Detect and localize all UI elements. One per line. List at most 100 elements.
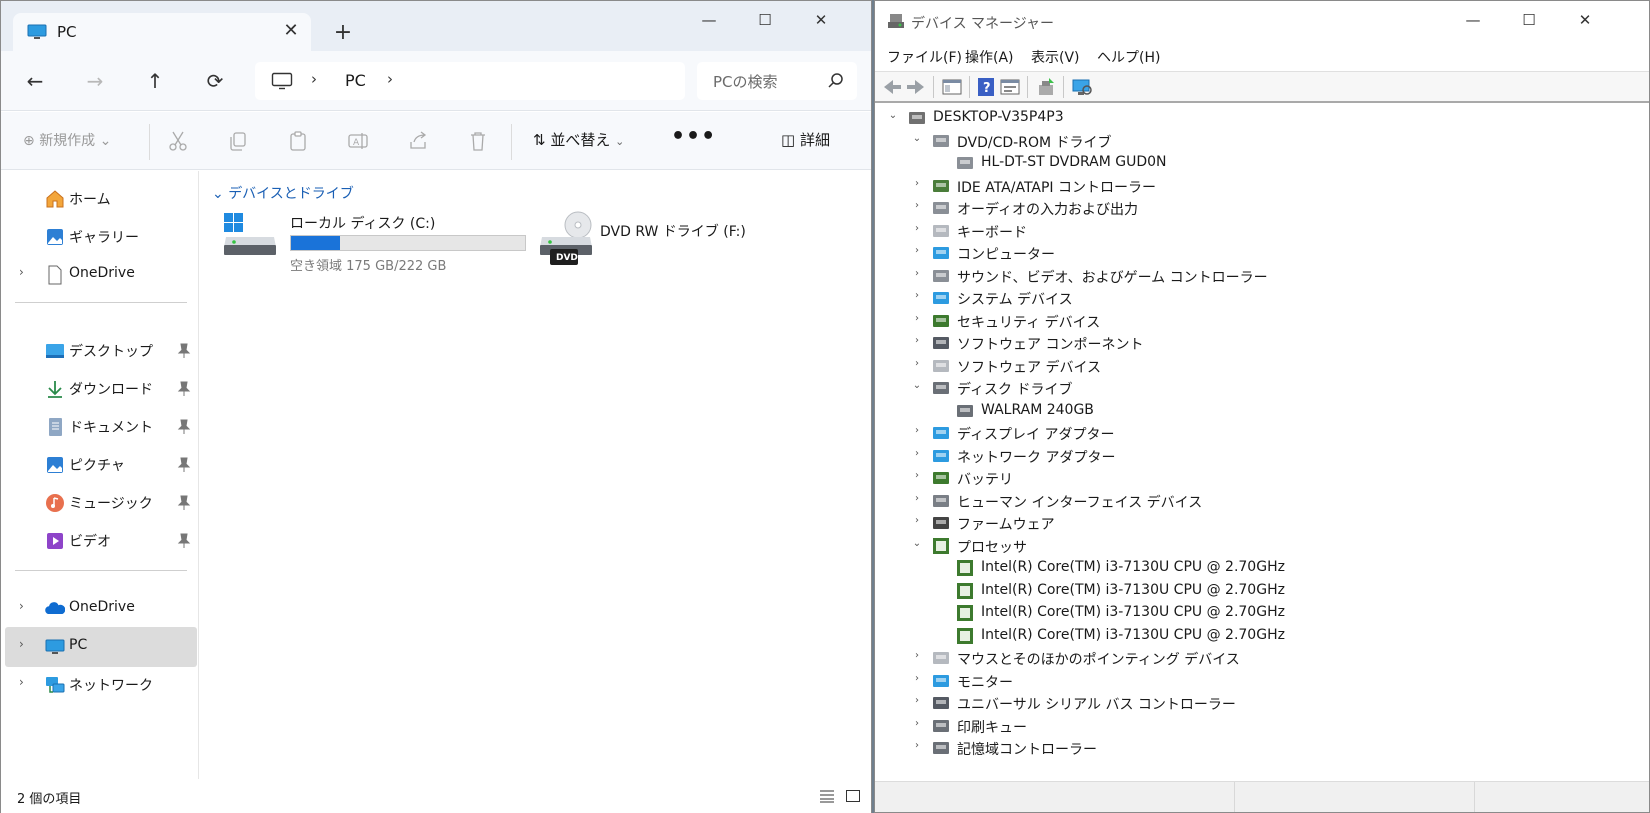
back-arrow-icon[interactable] bbox=[881, 77, 903, 97]
tree-category[interactable]: › IDE ATA/ATAPI コントローラー bbox=[911, 175, 1511, 197]
expand-icon[interactable]: › bbox=[911, 245, 923, 256]
expand-icon[interactable]: › bbox=[911, 268, 923, 279]
expand-icon[interactable]: › bbox=[911, 673, 923, 684]
sidebar-item-pc[interactable]: › PC bbox=[5, 627, 197, 667]
expand-icon[interactable]: › bbox=[911, 650, 923, 661]
expand-icon[interactable]: › bbox=[911, 223, 923, 234]
minimize-button[interactable]: — bbox=[1453, 9, 1493, 31]
tree-root[interactable]: ⌄ DESKTOP-V35P4P3 bbox=[887, 107, 1487, 129]
expand-icon[interactable]: › bbox=[19, 599, 24, 613]
tree-category[interactable]: ⌄ プロセッサ bbox=[911, 535, 1511, 557]
forward-arrow-icon[interactable] bbox=[905, 77, 927, 97]
back-button[interactable]: ← bbox=[17, 63, 53, 99]
tree-category[interactable]: › システム デバイス bbox=[911, 287, 1511, 309]
tree-category[interactable]: › ソフトウェア コンポーネント bbox=[911, 332, 1511, 354]
expand-icon[interactable]: › bbox=[911, 290, 923, 301]
rename-icon[interactable]: A bbox=[347, 130, 369, 152]
drive-f-item[interactable]: DVD DVD RW ドライブ (F:) bbox=[538, 211, 758, 275]
expand-icon[interactable]: › bbox=[911, 178, 923, 189]
pin-icon[interactable] bbox=[177, 457, 191, 473]
properties-icon[interactable] bbox=[999, 77, 1021, 97]
expand-icon[interactable]: › bbox=[911, 493, 923, 504]
maximize-button[interactable]: ☐ bbox=[745, 9, 785, 31]
refresh-button[interactable]: ⟳ bbox=[197, 63, 233, 99]
tree-category[interactable]: › 記憶域コントローラー bbox=[911, 737, 1511, 759]
sidebar-item-pictures[interactable]: ピクチャ bbox=[5, 445, 197, 485]
new-button[interactable]: ⊕ 新規作成 ⌄ bbox=[23, 130, 111, 150]
search-input[interactable]: PCの検索 bbox=[697, 62, 857, 100]
tab-pc[interactable]: PC ✕ bbox=[13, 13, 311, 53]
expand-icon[interactable]: › bbox=[911, 358, 923, 369]
expand-icon[interactable]: › bbox=[911, 515, 923, 526]
pin-icon[interactable] bbox=[177, 343, 191, 359]
forward-button[interactable]: → bbox=[77, 63, 113, 99]
tiles-view-icon[interactable] bbox=[845, 789, 861, 803]
expand-icon[interactable]: › bbox=[19, 637, 24, 651]
pin-icon[interactable] bbox=[177, 381, 191, 397]
up-button[interactable]: ↑ bbox=[137, 63, 173, 99]
paste-icon[interactable] bbox=[287, 130, 309, 152]
group-header[interactable]: ⌄ デバイスとドライブ bbox=[212, 183, 354, 203]
show-hide-console-tree-icon[interactable] bbox=[941, 77, 963, 97]
sidebar-item-onedrive[interactable]: › OneDrive bbox=[5, 589, 197, 629]
tree-device[interactable]: WALRAM 240GB bbox=[935, 400, 1535, 422]
new-tab-button[interactable]: + bbox=[329, 19, 357, 47]
update-driver-icon[interactable] bbox=[1035, 77, 1057, 97]
tree-category[interactable]: › 印刷キュー bbox=[911, 715, 1511, 737]
sidebar-item-music[interactable]: ミュージック bbox=[5, 483, 197, 523]
sidebar-item-desktop[interactable]: デスクトップ bbox=[5, 331, 197, 371]
sidebar-item-videos[interactable]: ビデオ bbox=[5, 521, 197, 561]
more-options-button[interactable]: ••• bbox=[671, 124, 716, 149]
expand-icon[interactable]: › bbox=[19, 265, 24, 279]
tree-category[interactable]: › ネットワーク アダプター bbox=[911, 445, 1511, 467]
menu-file[interactable]: ファイル(F) bbox=[887, 47, 962, 67]
expand-icon[interactable]: › bbox=[911, 313, 923, 324]
sidebar-item-onedrive-personal[interactable]: › OneDrive bbox=[5, 255, 197, 295]
tree-category[interactable]: › ユニバーサル シリアル バス コントローラー bbox=[911, 692, 1511, 714]
tree-category[interactable]: › ファームウェア bbox=[911, 512, 1511, 534]
tree-device[interactable]: Intel(R) Core(TM) i3-7130U CPU @ 2.70GHz bbox=[935, 557, 1535, 579]
tree-device[interactable]: HL-DT-ST DVDRAM GUD0N bbox=[935, 152, 1535, 174]
sidebar-item-documents[interactable]: ドキュメント bbox=[5, 407, 197, 447]
breadcrumb-separator[interactable]: › bbox=[311, 70, 317, 88]
sidebar-item-gallery[interactable]: ギャラリー bbox=[5, 217, 197, 257]
menu-action[interactable]: 操作(A) bbox=[965, 47, 1014, 67]
close-button[interactable]: ✕ bbox=[1565, 9, 1605, 31]
tree-device[interactable]: Intel(R) Core(TM) i3-7130U CPU @ 2.70GHz bbox=[935, 580, 1535, 602]
tree-category[interactable]: › バッテリ bbox=[911, 467, 1511, 489]
expand-icon[interactable]: › bbox=[911, 335, 923, 346]
menu-view[interactable]: 表示(V) bbox=[1031, 47, 1080, 67]
tree-category[interactable]: › ディスプレイ アダプター bbox=[911, 422, 1511, 444]
tree-category[interactable]: › セキュリティ デバイス bbox=[911, 310, 1511, 332]
breadcrumb-pc[interactable]: PC bbox=[345, 71, 366, 90]
sort-button[interactable]: ⇅ 並べ替え ⌄ bbox=[533, 129, 624, 150]
expand-icon[interactable]: › bbox=[911, 425, 923, 436]
maximize-button[interactable]: ☐ bbox=[1509, 9, 1549, 31]
tree-category[interactable]: ⌄ ディスク ドライブ bbox=[911, 377, 1511, 399]
details-pane-button[interactable]: ◫ 詳細 bbox=[781, 129, 830, 150]
sidebar-item-home[interactable]: ホーム bbox=[5, 179, 197, 219]
copy-icon[interactable] bbox=[227, 130, 249, 152]
share-icon[interactable] bbox=[407, 130, 429, 152]
close-button[interactable]: ✕ bbox=[801, 9, 841, 31]
expand-icon[interactable]: › bbox=[911, 740, 923, 751]
tree-category[interactable]: › サウンド、ビデオ、およびゲーム コントローラー bbox=[911, 265, 1511, 287]
tree-device[interactable]: Intel(R) Core(TM) i3-7130U CPU @ 2.70GHz bbox=[935, 602, 1535, 624]
address-bar[interactable]: › PC › bbox=[255, 62, 685, 100]
expand-icon[interactable]: › bbox=[911, 470, 923, 481]
tree-category[interactable]: › オーディオの入力および出力 bbox=[911, 197, 1511, 219]
tree-category[interactable]: › マウスとそのほかのポインティング デバイス bbox=[911, 647, 1511, 669]
help-icon[interactable]: ? bbox=[975, 77, 997, 97]
close-tab-icon[interactable]: ✕ bbox=[279, 19, 303, 43]
expand-icon[interactable]: › bbox=[19, 675, 24, 689]
details-view-icon[interactable] bbox=[819, 789, 835, 803]
delete-icon[interactable] bbox=[467, 130, 489, 152]
collapse-icon[interactable]: ⌄ bbox=[911, 538, 923, 549]
pin-icon[interactable] bbox=[177, 495, 191, 511]
tree-device[interactable]: Intel(R) Core(TM) i3-7130U CPU @ 2.70GHz bbox=[935, 625, 1535, 647]
collapse-icon[interactable]: ⌄ bbox=[887, 110, 899, 121]
drive-c-item[interactable]: ローカル ディスク (C:) 空き領域 175 GB/222 GB bbox=[222, 211, 526, 275]
expand-icon[interactable]: › bbox=[911, 695, 923, 706]
expand-icon[interactable]: › bbox=[911, 200, 923, 211]
sidebar-item-network[interactable]: › ネットワーク bbox=[5, 665, 197, 705]
